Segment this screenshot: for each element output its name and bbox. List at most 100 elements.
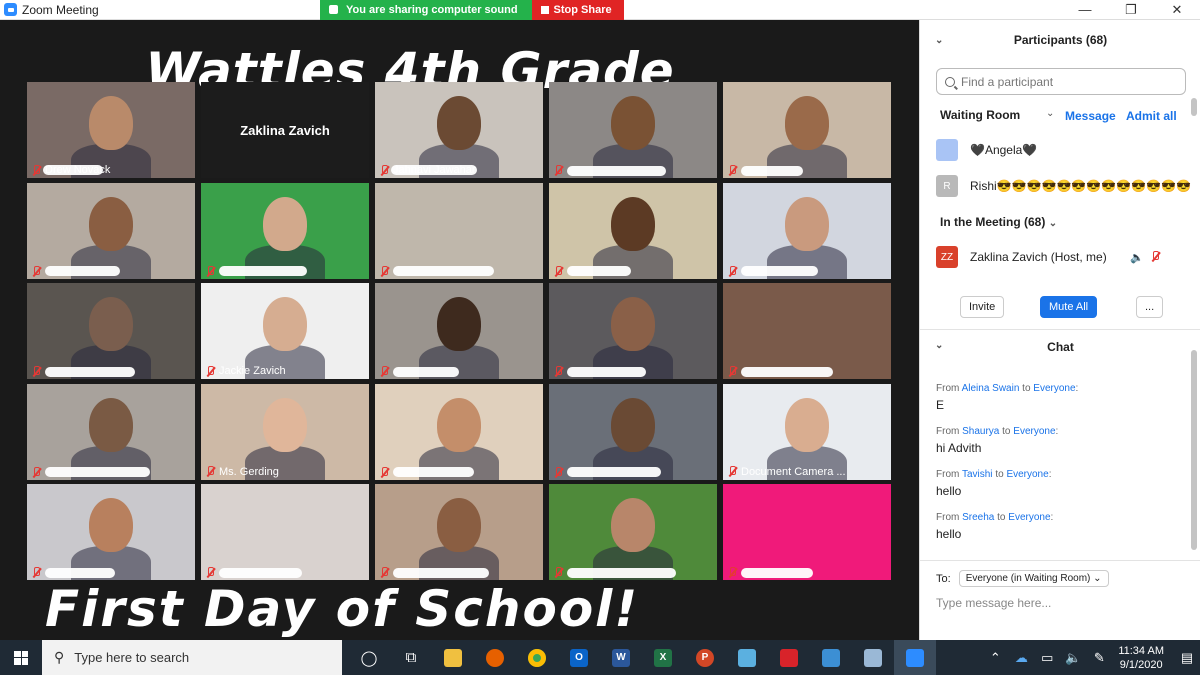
participant-face — [611, 196, 655, 251]
chat-scrollbar[interactable] — [1191, 350, 1197, 550]
participant-video-tile[interactable] — [201, 182, 369, 279]
waiting-room-chevron-icon[interactable]: ⌄ — [1046, 108, 1054, 119]
participants-scrollbar[interactable] — [1191, 98, 1197, 116]
mic-muted-icon[interactable] — [1150, 251, 1162, 263]
chrome-icon[interactable] — [516, 640, 558, 675]
message-button[interactable]: Message — [1065, 109, 1116, 123]
recipient-select[interactable]: Everyone (in Waiting Room) ⌄ — [958, 570, 1109, 587]
speaker-icon: 🔈 — [1130, 251, 1144, 264]
chat-message-input[interactable]: Type message here... — [936, 596, 1051, 610]
photos-app-icon[interactable] — [810, 640, 852, 675]
chat-sender[interactable]: Shaurya — [962, 426, 999, 437]
system-clock[interactable]: 11:34 AM 9/1/2020 — [1118, 644, 1164, 672]
chat-sender[interactable]: Tavishi — [962, 469, 993, 480]
participant-video-tile[interactable] — [549, 283, 717, 379]
mic-muted-icon — [205, 466, 215, 477]
chat-sender[interactable]: Sreeha — [962, 512, 994, 523]
redaction-mark — [741, 165, 803, 176]
maximize-button[interactable]: ❐ — [1108, 0, 1154, 20]
onedrive-icon[interactable]: ☁ — [1008, 650, 1034, 666]
stop-share-button[interactable]: Stop Share — [531, 0, 624, 20]
participant-video-tile[interactable] — [375, 383, 543, 480]
pen-icon[interactable]: ✎ — [1086, 650, 1112, 666]
close-button[interactable]: ✕ — [1154, 0, 1200, 20]
snip-tool-icon[interactable] — [852, 640, 894, 675]
participant-video-tile[interactable] — [375, 182, 543, 279]
chat-recipient[interactable]: Everyone — [1013, 426, 1055, 437]
participant-video-tile[interactable]: Jackie Zavich — [201, 283, 369, 379]
search-placeholder: Find a participant — [961, 74, 1054, 89]
participant-video-tile[interactable] — [27, 484, 195, 580]
participant-video-tile[interactable] — [201, 484, 369, 580]
participant-video-tile[interactable] — [375, 283, 543, 379]
participant-video-tile[interactable] — [549, 383, 717, 480]
acrobat-icon[interactable] — [768, 640, 810, 675]
invite-button[interactable]: Invite — [960, 296, 1005, 318]
participant-video-tile[interactable] — [723, 283, 891, 379]
participant-face — [437, 498, 481, 552]
mic-muted-icon — [727, 265, 737, 277]
share-icon — [329, 5, 338, 14]
participant-video-tile[interactable] — [723, 484, 891, 580]
participant-video-tile[interactable]: Ms. Gerding — [201, 383, 369, 480]
mic-muted-icon — [31, 164, 41, 176]
participant-video-tile[interactable] — [549, 82, 717, 178]
chat-recipient[interactable]: Everyone — [1008, 512, 1050, 523]
chat-collapse-chevron-icon[interactable]: ⌄ — [935, 340, 943, 351]
participant-video-tile[interactable] — [27, 383, 195, 480]
waiting-participant-row[interactable]: R Rishi😎😎😎😎😎😎😎😎😎😎😎😎😎 — [936, 175, 1191, 197]
taskbar-search-box[interactable]: ⚲ Type here to search — [42, 640, 342, 675]
zoom-taskbar-icon[interactable] — [894, 640, 936, 675]
more-options-button[interactable]: ... — [1136, 296, 1164, 318]
admit-all-button[interactable]: Admit all — [1126, 109, 1177, 123]
waiting-participant-row[interactable]: 🖤Angela🖤 — [936, 139, 1037, 161]
task-switch-icon[interactable]: ⧉ — [390, 640, 432, 675]
mute-all-button[interactable]: Mute All — [1040, 296, 1098, 318]
participant-video-tile[interactable]: Document Camera ... — [723, 383, 891, 480]
participant-video-tile[interactable] — [375, 484, 543, 580]
participant-face — [437, 96, 481, 150]
participant-search-input[interactable]: Find a participant — [936, 68, 1186, 95]
participant-name-label — [205, 265, 307, 277]
task-view-icon[interactable]: ◯ — [348, 640, 390, 675]
word-icon[interactable]: W — [600, 640, 642, 675]
firefox-icon[interactable] — [474, 640, 516, 675]
participant-video-tile[interactable]: Drew Novack — [27, 82, 195, 178]
powerpoint-icon[interactable]: P — [684, 640, 726, 675]
volume-icon[interactable]: 🔈 — [1060, 650, 1086, 666]
participant-video-tile[interactable] — [723, 182, 891, 279]
participant-name-label — [553, 165, 666, 176]
participant-video-tile[interactable] — [549, 182, 717, 279]
participant-video-tile[interactable] — [723, 82, 891, 178]
participant-video-tile[interactable] — [27, 283, 195, 379]
participant-name: Ms. Gerding — [219, 465, 279, 478]
outlook-icon[interactable]: O — [558, 640, 600, 675]
participant-video-tile[interactable]: Zaklina Zavich — [201, 82, 369, 178]
participant-video-tile[interactable] — [27, 182, 195, 279]
chat-recipient[interactable]: Everyone — [1033, 383, 1075, 394]
redaction-mark — [219, 567, 302, 578]
collapse-chevron-icon[interactable]: ⌄ — [935, 35, 943, 46]
host-participant-row[interactable]: ZZ Zaklina Zavich (Host, me) 🔈 — [936, 246, 1159, 268]
chat-message-text: hello — [936, 484, 962, 498]
show-hidden-icons-chevron-icon[interactable]: ⌃ — [982, 650, 1008, 666]
network-icon[interactable]: ▭ — [1034, 650, 1060, 666]
chat-recipient[interactable]: Everyone — [1006, 469, 1048, 480]
chat-sender[interactable]: Aleina Swain — [962, 383, 1020, 394]
redaction-mark — [391, 165, 477, 175]
excel-icon[interactable]: X — [642, 640, 684, 675]
search-icon — [945, 76, 955, 87]
mic-muted-icon — [553, 567, 563, 578]
start-button[interactable] — [0, 640, 42, 675]
redaction-mark — [567, 266, 631, 276]
notes-app-icon[interactable] — [726, 640, 768, 675]
file-explorer-icon[interactable] — [432, 640, 474, 675]
participant-video-tile[interactable] — [549, 484, 717, 580]
participant-video-tile[interactable]: Jahnavi Jawahar — [375, 82, 543, 178]
notifications-icon[interactable]: ▤ — [1174, 650, 1200, 666]
redaction-mark — [393, 366, 459, 377]
participant-name-label — [31, 366, 135, 377]
panel-divider — [920, 560, 1200, 561]
minimize-button[interactable]: — — [1062, 0, 1108, 20]
in-meeting-label[interactable]: In the Meeting (68) ⌄ — [940, 215, 1057, 229]
